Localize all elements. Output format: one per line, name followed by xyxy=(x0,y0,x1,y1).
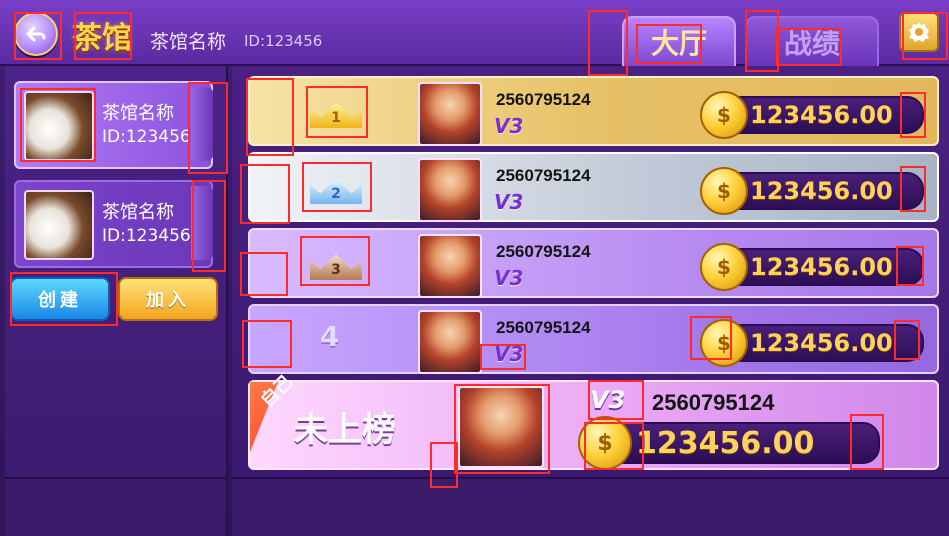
coin-amount: 123456.00 xyxy=(750,177,893,205)
coin-balance: $ 123456.00 xyxy=(578,416,880,470)
tab-records-label: 战绩 xyxy=(783,27,840,60)
rank-number: 2 xyxy=(331,186,341,202)
my-ranking-row: 自己 未上榜 V3 2560795124 $ 123456.00 xyxy=(248,371,939,470)
tab-records[interactable]: 战绩 xyxy=(745,16,879,66)
join-hall-button[interactable]: 加入 xyxy=(118,277,218,321)
avatar xyxy=(458,386,544,468)
coin-balance: $ 123456.00 xyxy=(700,243,924,291)
tab-hall[interactable]: 大厅 xyxy=(622,16,736,66)
gold-crown-icon: 1 xyxy=(306,92,366,128)
gear-icon xyxy=(909,22,929,42)
coin-amount: 123456.00 xyxy=(750,101,893,129)
leaderboard-row: 3 2560795124 V3 $ 123456.00 xyxy=(248,228,939,298)
hall-list-item[interactable]: 茶馆名称 ID:123456 xyxy=(14,180,213,268)
hall-list-item-id: ID:123456 xyxy=(102,127,191,147)
leaderboard-row: 2 2560795124 V3 $ 123456.00 xyxy=(248,152,939,222)
avatar xyxy=(418,82,482,146)
coin-icon: $ xyxy=(700,167,748,215)
coin-balance: $ 123456.00 xyxy=(700,91,924,139)
avatar xyxy=(418,158,482,222)
vip-level: V3 xyxy=(494,342,524,366)
vip-level: V3 xyxy=(494,114,524,138)
leaderboard-footer xyxy=(232,477,949,536)
coin-icon: $ xyxy=(700,91,748,139)
coin-balance: $ 123456.00 xyxy=(700,319,924,367)
user-id: 2560795124 xyxy=(496,242,591,261)
coin-balance: $ 123456.00 xyxy=(700,167,924,215)
rank-number: 3 xyxy=(331,262,341,278)
coin-icon: $ xyxy=(578,416,632,470)
hall-list-item-name: 茶馆名称 xyxy=(102,103,174,124)
leaderboard-panel: 1 2560795124 V3 $ 123456.00 2 2560795124… xyxy=(232,66,949,536)
current-hall-id: ID:123456 xyxy=(244,32,323,50)
settings-button[interactable] xyxy=(899,12,939,52)
hall-list-item[interactable]: 茶馆名称 ID:123456 xyxy=(14,81,213,169)
coin-icon: $ xyxy=(700,243,748,291)
user-id: 2560795124 xyxy=(652,390,775,415)
create-hall-button[interactable]: 创建 xyxy=(10,277,110,321)
coin-icon: $ xyxy=(700,319,748,367)
sidebar-footer xyxy=(5,477,226,536)
rank-number: 1 xyxy=(331,110,341,126)
top-bar: 茶馆 茶馆名称 ID:123456 大厅 战绩 xyxy=(0,0,949,66)
vip-level: V3 xyxy=(494,190,524,214)
leaderboard-row: 4 2560795124 V3 $ 123456.00 xyxy=(248,304,939,374)
list-item-edge xyxy=(191,186,213,260)
rank-number: 4 xyxy=(320,320,340,353)
bronze-crown-icon: 3 xyxy=(306,244,366,280)
user-id: 2560795124 xyxy=(496,318,591,337)
hall-list-item-id: ID:123456 xyxy=(102,226,191,246)
selected-indicator xyxy=(191,87,213,161)
avatar xyxy=(418,310,482,374)
silver-crown-icon: 2 xyxy=(306,168,366,204)
avatar xyxy=(418,234,482,298)
coin-amount: 123456.00 xyxy=(750,253,893,281)
vip-level: V3 xyxy=(494,266,524,290)
app-logo-title: 茶馆 xyxy=(72,21,132,56)
hall-list-item-name: 茶馆名称 xyxy=(102,202,174,223)
unranked-status: 未上榜 xyxy=(294,410,396,450)
tea-set-thumbnail xyxy=(24,190,94,260)
leaderboard-row: 1 2560795124 V3 $ 123456.00 xyxy=(248,76,939,146)
back-button[interactable] xyxy=(14,12,58,56)
back-arrow-icon xyxy=(26,26,46,42)
tea-set-thumbnail xyxy=(24,91,94,161)
coin-amount: 123456.00 xyxy=(636,426,815,461)
vip-level: V3 xyxy=(590,386,626,414)
current-hall-name: 茶馆名称 xyxy=(150,31,227,53)
coin-amount: 123456.00 xyxy=(750,329,893,357)
user-id: 2560795124 xyxy=(496,90,591,109)
tab-hall-label: 大厅 xyxy=(650,27,707,60)
user-id: 2560795124 xyxy=(496,166,591,185)
